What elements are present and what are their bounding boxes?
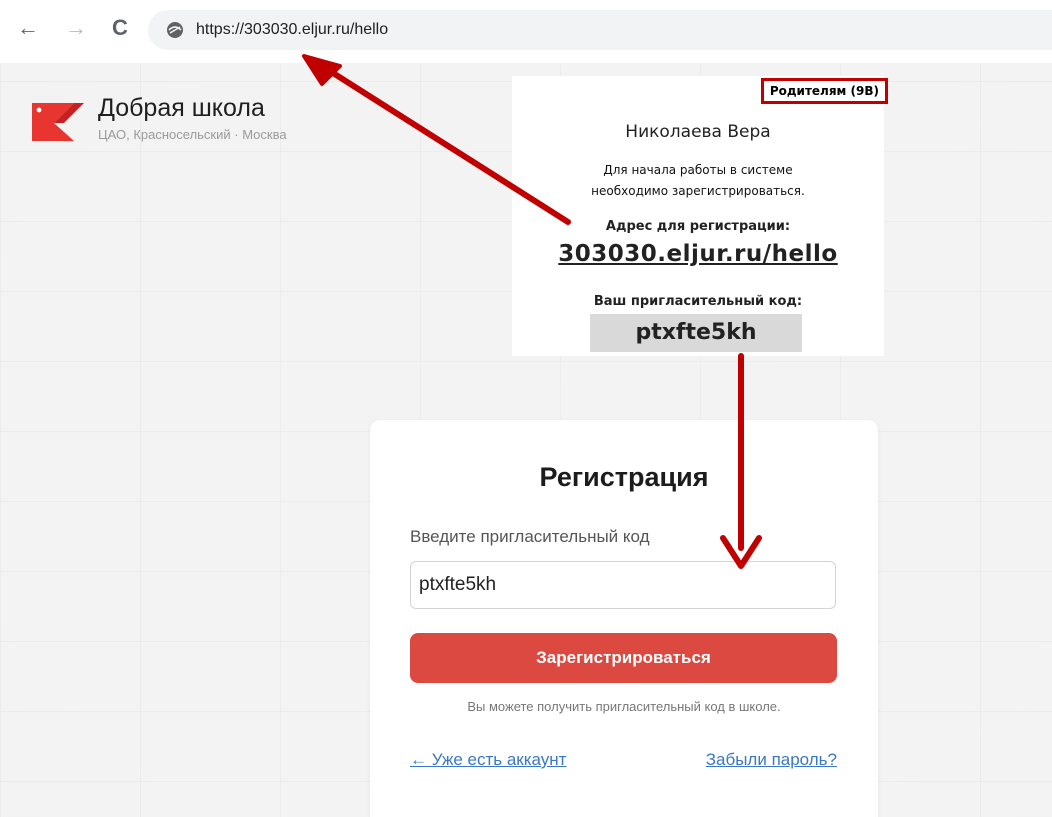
site-info-icon[interactable] (166, 21, 184, 39)
forgot-password-link[interactable]: Забыли пароль? (706, 750, 837, 770)
letter-intro: Для начала работы в системе необходимо з… (512, 160, 884, 202)
letter-intro-line: Для начала работы в системе (603, 163, 793, 177)
back-arrow-icon[interactable]: ← (14, 14, 42, 42)
school-location: ЦАО, Красносельский · Москва (98, 127, 287, 142)
invite-code-input[interactable]: ptxfte5kh (410, 561, 836, 609)
address-label: Адрес для регистрации: (605, 219, 791, 234)
address-bar[interactable]: https://303030.eljur.ru/hello (148, 10, 1052, 50)
invite-code: ptxfte5kh (590, 314, 802, 352)
registration-card: Регистрация Введите пригласительный код … (370, 420, 878, 817)
url-text: https://303030.eljur.ru/hello (196, 21, 389, 38)
login-link[interactable]: ← Уже есть аккаунт (410, 750, 566, 770)
forward-arrow-icon[interactable]: → (62, 14, 90, 42)
invite-code-field-label: Введите пригласительный код (410, 527, 650, 546)
hint-text: Вы можете получить пригласительный код в… (467, 699, 781, 714)
invite-code-label: Ваш пригласительный код: (593, 294, 803, 309)
browser-toolbar: ← → C https://303030.eljur.ru/hello (0, 0, 1052, 63)
invitation-letter: Родителям (9В) Николаева Вера Для начала… (512, 76, 888, 356)
page-background: Добрая школа ЦАО, Красносельский · Москв… (0, 63, 1052, 817)
school-header: Добрая школа ЦАО, Красносельский · Москв… (30, 93, 287, 143)
school-name: Добрая школа (98, 94, 265, 122)
page-title: Регистрация (539, 462, 709, 492)
register-button[interactable]: Зарегистрироваться (410, 633, 837, 683)
recipient-tag: Родителям (9В) (760, 78, 888, 104)
letter-intro-line: необходимо зарегистрироваться. (591, 184, 805, 198)
registration-address: 303030.eljur.ru/hello (558, 241, 838, 267)
recipient-name: Николаева Вера (625, 122, 771, 142)
reload-icon[interactable]: C (106, 14, 134, 42)
school-logo-icon (32, 103, 84, 141)
